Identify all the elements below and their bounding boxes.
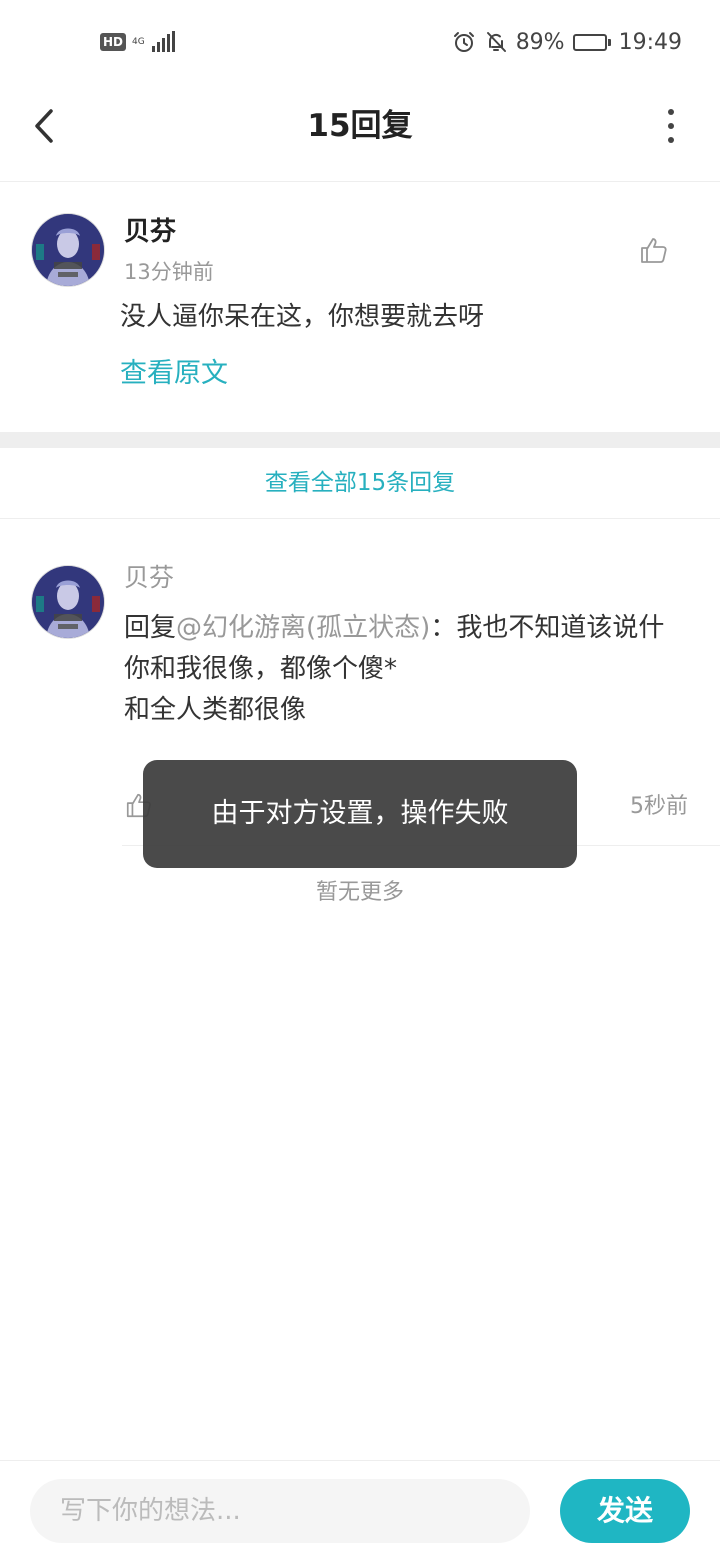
bell-off-icon: [486, 32, 506, 52]
comment-text: 没人逼你呆在这，你想要就去呀: [120, 302, 485, 332]
more-vertical-icon: [668, 109, 674, 115]
view-original-link[interactable]: 查看原文: [120, 354, 228, 394]
reply-text-line2: 你和我很像，都像个傻*: [124, 654, 398, 684]
more-button[interactable]: [656, 104, 686, 148]
reply-author[interactable]: 贝芬: [124, 560, 174, 596]
section-divider: [0, 432, 720, 448]
nav-bar: 15回复: [0, 84, 720, 182]
reply-mention[interactable]: @幻化游离(孤立状态): [176, 613, 430, 643]
like-button[interactable]: [638, 234, 670, 266]
battery-icon: [572, 33, 611, 51]
avatar[interactable]: [32, 214, 104, 286]
thumbs-up-icon: [641, 238, 667, 263]
status-bar: HD 4G 89% 19:49: [0, 0, 720, 84]
reply-prefix: 回复: [124, 613, 177, 643]
reply-avatar[interactable]: [32, 566, 104, 638]
toast-message: 由于对方设置，操作失败: [143, 760, 577, 868]
reply-time: 5秒前: [630, 794, 688, 819]
alarm-icon: [453, 32, 474, 52]
avatar-image: [32, 566, 104, 638]
battery-percent: 89%: [515, 29, 565, 55]
page-title: 15回复: [307, 108, 413, 144]
clock: 19:49: [618, 29, 682, 55]
reply-text-line1: ：我也不知道该说什: [430, 613, 665, 643]
status-left: HD 4G: [100, 28, 175, 56]
view-all-replies-link[interactable]: 查看全部15条回复: [0, 448, 720, 519]
send-button[interactable]: 发送: [560, 1479, 690, 1543]
network-type: 4G: [132, 36, 145, 47]
avatar-image: [32, 214, 104, 286]
signal-icon: [151, 31, 175, 52]
status-right: 89% 19:49: [452, 26, 682, 58]
bottom-bar: 发送: [0, 1460, 720, 1560]
comment-input[interactable]: [30, 1479, 530, 1543]
comment-time: 13分钟前: [124, 260, 214, 284]
reply-text: 回复@幻化游离(孤立状态)：我也不知道该说什 你和我很像，都像个傻* 和全人类都…: [124, 608, 684, 731]
screen: HD 4G 89% 19:49 15回复 贝芬 13分钟前 没人逼你呆在这，你想…: [0, 0, 720, 1560]
reply-text-line3: 和全人类都很像: [124, 695, 307, 725]
comment-author[interactable]: 贝芬: [124, 214, 176, 250]
main-comment: 贝芬 13分钟前 没人逼你呆在这，你想要就去呀 查看原文: [0, 182, 720, 432]
hd-badge: HD: [100, 33, 127, 51]
no-more-text: 暂无更多: [315, 880, 404, 905]
